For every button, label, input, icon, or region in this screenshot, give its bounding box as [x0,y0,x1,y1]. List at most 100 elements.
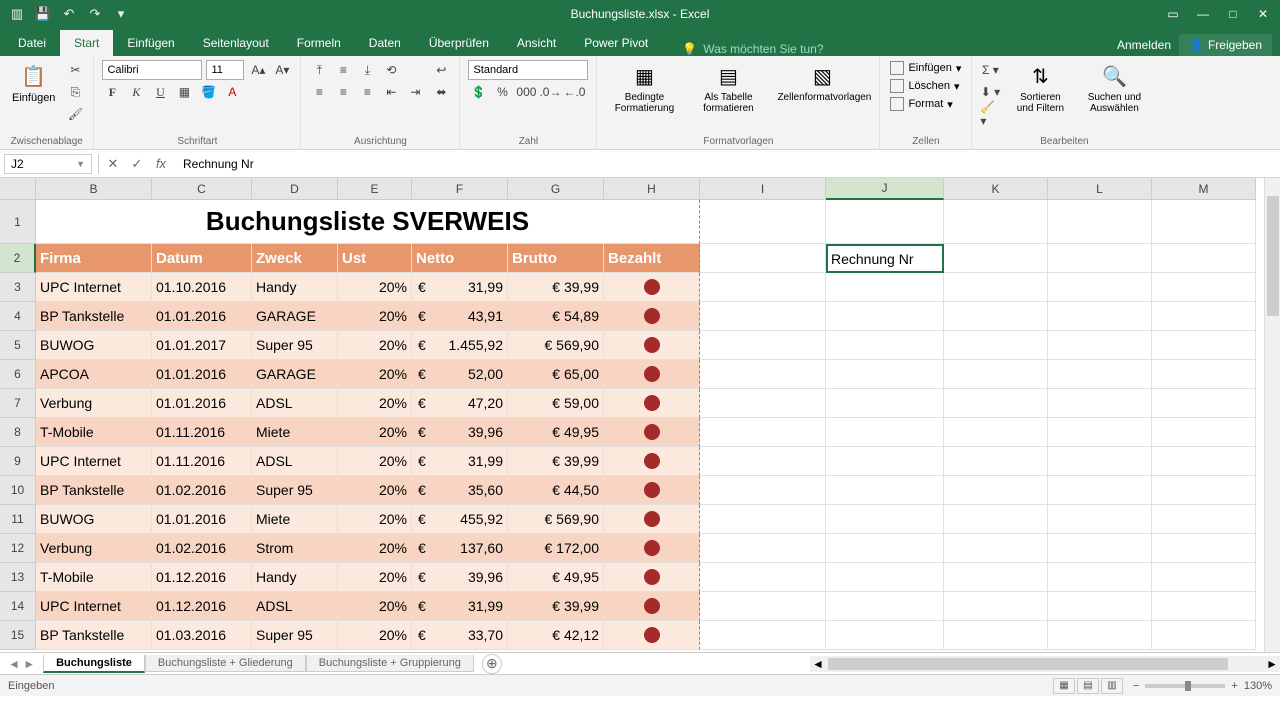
cell[interactable] [1152,534,1256,563]
cell-ust[interactable]: 20% [338,418,412,447]
cell-I2[interactable] [700,244,826,273]
cell-firma[interactable]: Verbung [36,534,152,563]
cell-brutto[interactable]: € 172,00 [508,534,604,563]
tab-einfuegen[interactable]: Einfügen [113,30,188,56]
align-bottom-icon[interactable]: ⤓ [357,60,377,80]
cell-brutto[interactable]: € 39,99 [508,447,604,476]
cell[interactable] [826,563,944,592]
cell-J2-active[interactable]: Rechnung Nr [826,244,944,273]
column-header-J[interactable]: J [826,178,944,200]
normal-view-icon[interactable]: ▦ [1053,678,1075,694]
cell-datum[interactable]: 01.11.2016 [152,418,252,447]
cell-netto[interactable]: €137,60 [412,534,508,563]
close-icon[interactable]: ✕ [1250,4,1276,24]
zoom-slider[interactable] [1145,684,1225,688]
column-header-M[interactable]: M [1152,178,1256,200]
font-color-icon[interactable]: A [222,82,242,102]
tab-start[interactable]: Start [60,30,113,56]
format-painter-icon[interactable]: 🖌 [65,104,85,124]
cell-zweck[interactable]: GARAGE [252,360,338,389]
cell-bezahlt[interactable] [604,563,700,592]
cell[interactable] [944,302,1048,331]
cell[interactable] [1048,505,1152,534]
column-header-C[interactable]: C [152,178,252,200]
cell[interactable] [826,476,944,505]
tab-daten[interactable]: Daten [355,30,415,56]
merge-icon[interactable]: ⬌ [431,82,451,102]
cell-brutto[interactable]: € 569,90 [508,505,604,534]
cell[interactable] [826,302,944,331]
percent-icon[interactable]: % [492,82,512,102]
fx-icon[interactable]: fx [149,153,173,175]
table-header-netto[interactable]: Netto [412,244,508,273]
cell-zweck[interactable]: Miete [252,505,338,534]
cell[interactable] [944,476,1048,505]
cell[interactable] [1048,592,1152,621]
table-header-firma[interactable]: Firma [36,244,152,273]
wrap-text-icon[interactable]: ↩ [431,60,451,80]
row-header-8[interactable]: 8 [0,418,36,447]
cell[interactable] [944,331,1048,360]
cell-datum[interactable]: 01.02.2016 [152,534,252,563]
cell[interactable] [1048,244,1152,273]
cell-brutto[interactable]: € 59,00 [508,389,604,418]
cell[interactable] [1152,476,1256,505]
cell-firma[interactable]: UPC Internet [36,273,152,302]
align-right-icon[interactable]: ≡ [357,82,377,102]
chevron-down-icon[interactable]: ▼ [76,159,85,169]
cell-firma[interactable]: UPC Internet [36,447,152,476]
cell[interactable] [700,389,826,418]
cell[interactable] [826,331,944,360]
cell[interactable] [1152,331,1256,360]
cell-datum[interactable]: 01.10.2016 [152,273,252,302]
zoom-control[interactable]: − + 130% [1133,680,1272,692]
tab-seitenlayout[interactable]: Seitenlayout [189,30,283,56]
cell-netto[interactable]: €31,99 [412,447,508,476]
cell-brutto[interactable]: € 42,12 [508,621,604,650]
scrollbar-thumb[interactable] [828,658,1228,670]
cell-ust[interactable]: 20% [338,476,412,505]
align-middle-icon[interactable]: ≡ [333,60,353,80]
cell-brutto[interactable]: € 39,99 [508,592,604,621]
row-header-3[interactable]: 3 [0,273,36,302]
underline-button[interactable]: U [150,82,170,102]
row-header-13[interactable]: 13 [0,563,36,592]
cell[interactable] [826,418,944,447]
cell[interactable] [944,534,1048,563]
increase-decimal-icon[interactable]: .0→ [540,82,560,102]
tab-powerpivot[interactable]: Power Pivot [570,30,662,56]
fill-icon[interactable]: ⬇ ▾ [980,82,1000,102]
cell-brutto[interactable]: € 54,89 [508,302,604,331]
cell[interactable] [700,418,826,447]
cell-bezahlt[interactable] [604,621,700,650]
cell[interactable] [700,273,826,302]
cell[interactable] [700,331,826,360]
row-header-2[interactable]: 2 [0,244,36,273]
cell[interactable] [700,302,826,331]
page-break-view-icon[interactable]: ▥ [1101,678,1123,694]
cell-zweck[interactable]: ADSL [252,447,338,476]
cell-datum[interactable]: 01.01.2016 [152,302,252,331]
cell-ust[interactable]: 20% [338,534,412,563]
cell[interactable] [700,534,826,563]
cell-zweck[interactable]: Miete [252,418,338,447]
cell[interactable] [944,621,1048,650]
cell-ust[interactable]: 20% [338,592,412,621]
cell-ust[interactable]: 20% [338,360,412,389]
cell-netto[interactable]: €39,96 [412,418,508,447]
cell-datum[interactable]: 01.03.2016 [152,621,252,650]
cell-bezahlt[interactable] [604,389,700,418]
select-all-corner[interactable] [0,178,36,200]
conditional-formatting-button[interactable]: ▦ Bedingte Formatierung [605,60,683,116]
cell-bezahlt[interactable] [604,447,700,476]
cell[interactable] [826,621,944,650]
cell-zweck[interactable]: Strom [252,534,338,563]
signin-link[interactable]: Anmelden [1117,38,1171,52]
cell-datum[interactable]: 01.02.2016 [152,476,252,505]
cell[interactable] [700,360,826,389]
cell-brutto[interactable]: € 44,50 [508,476,604,505]
cell-ust[interactable]: 20% [338,563,412,592]
table-header-brutto[interactable]: Brutto [508,244,604,273]
row-header-4[interactable]: 4 [0,302,36,331]
cell[interactable] [1048,389,1152,418]
